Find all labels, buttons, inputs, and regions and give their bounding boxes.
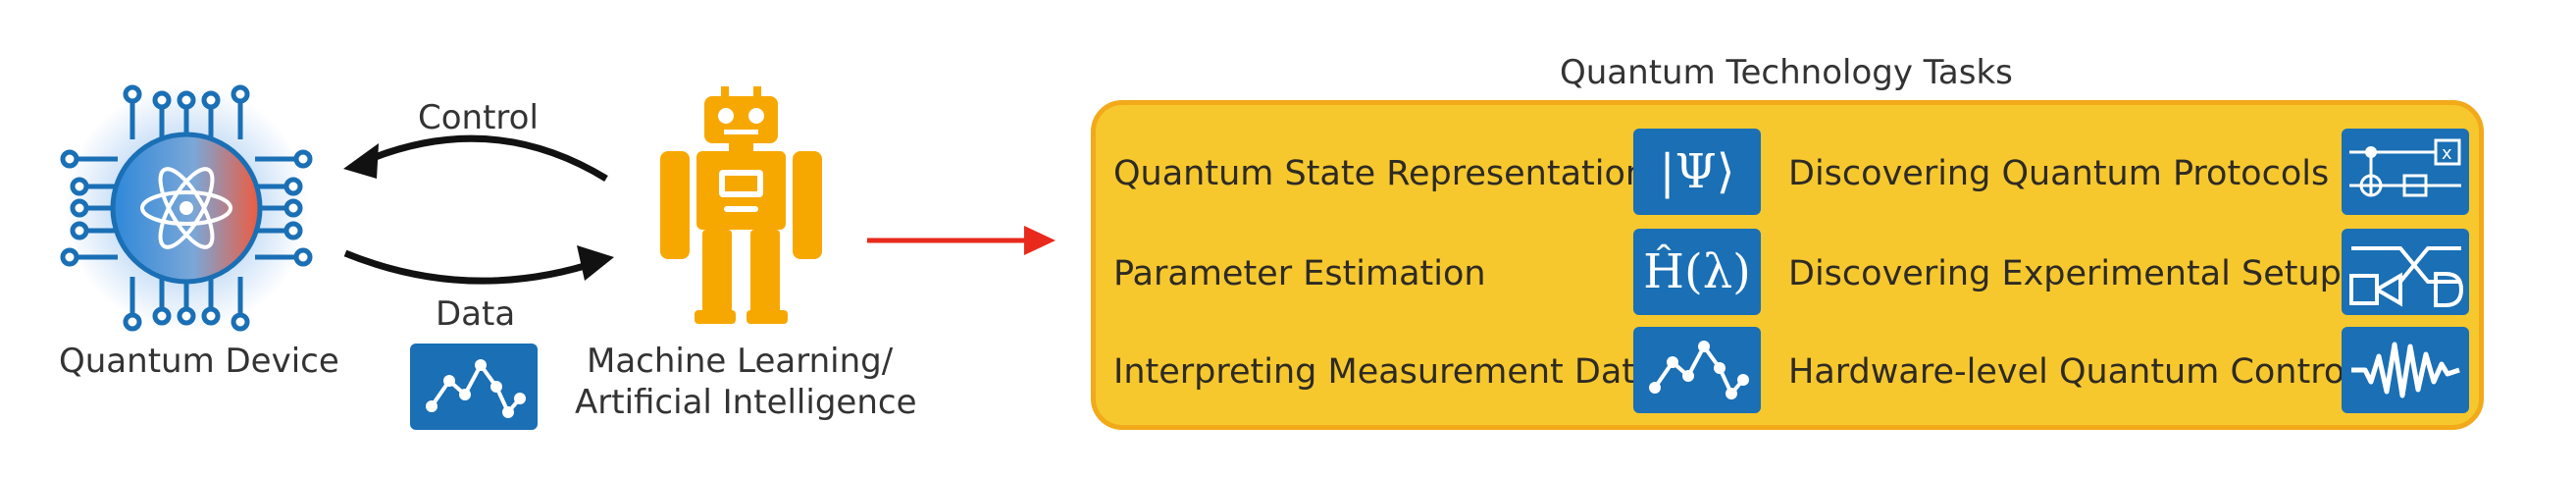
tasks-panel-title: Quantum Technology Tasks — [1560, 53, 2013, 92]
hamiltonian-text: Ĥ(λ) — [1643, 244, 1751, 299]
red-arrow — [867, 226, 1056, 255]
task-discovering-quantum-protocols: Discovering Quantum Protocols — [1788, 154, 2330, 193]
control-label: Control — [418, 98, 539, 137]
psi-ket-icon: |Ψ⟩ — [1633, 129, 1761, 215]
tasks-panel: Quantum State Representation |Ψ⟩ Paramet… — [1091, 100, 2484, 430]
optical-setup-icon — [2342, 229, 2469, 315]
quantum-device-label: Quantum Device — [59, 342, 339, 381]
ml-label-line1: Machine Learning/ — [587, 342, 894, 381]
quantum-device-icon — [60, 84, 313, 332]
task-quantum-state-representation: Quantum State Representation — [1113, 154, 1648, 193]
data-arrow — [343, 245, 614, 285]
psi-ket-text: |Ψ⟩ — [1659, 144, 1735, 199]
data-plot-icon — [1633, 327, 1761, 413]
task-discovering-experimental-setups: Discovering Experimental Setups — [1788, 254, 2360, 293]
task-interpreting-measurement-data: Interpreting Measurement Data — [1113, 352, 1657, 392]
task-hardware-level-quantum-control: Hardware-level Quantum Control — [1788, 352, 2354, 392]
svg-text:x: x — [2442, 143, 2452, 164]
robot-icon — [660, 86, 822, 324]
hamiltonian-icon: Ĥ(λ) — [1633, 229, 1761, 315]
ml-label-line2: Artificial Intelligence — [575, 383, 917, 422]
waveform-icon — [2342, 327, 2469, 413]
data-label: Data — [436, 294, 516, 334]
circuit-icon: x — [2342, 129, 2469, 215]
data-plot-icon — [410, 344, 538, 430]
task-parameter-estimation: Parameter Estimation — [1113, 254, 1486, 293]
